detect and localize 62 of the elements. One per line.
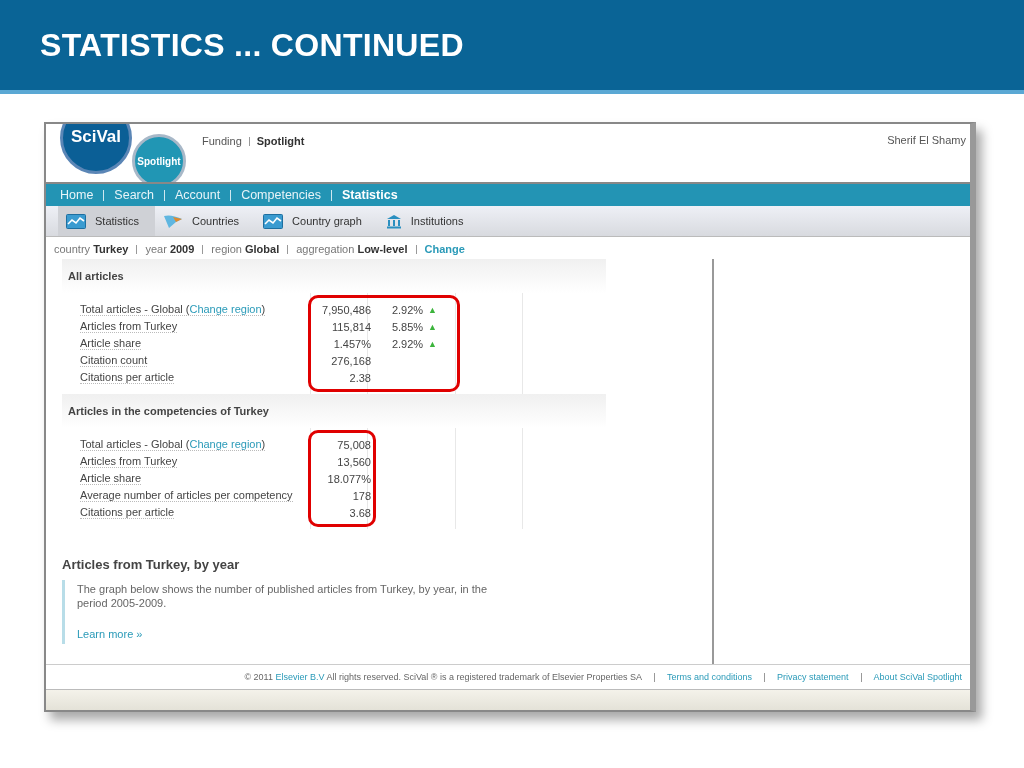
learn-more-link[interactable]: Learn more » [77, 628, 143, 640]
user-name: Sherif El Shamy [887, 133, 967, 148]
change-link[interactable]: Change [424, 243, 465, 255]
metric-label: Citations per article [80, 506, 175, 519]
graph-icon [66, 213, 86, 229]
flag-icon [163, 213, 183, 229]
metric-value: 3.68 [349, 506, 371, 519]
section-title: All articles [68, 270, 124, 282]
metric-value: 115,814 [332, 320, 371, 333]
slide-title: STATISTICS ... CONTINUED [40, 26, 464, 64]
metric-value: 75,008 [337, 438, 371, 451]
metric-label: Average number of articles per competency [80, 489, 293, 502]
change-value: 2.92% [391, 303, 424, 316]
metric-label: Articles from Turkey [80, 455, 178, 468]
description-text: The graph below shows the number of published articles from Turkey, by year, in the period 2005-2009. [77, 582, 489, 610]
metric-value: 276,168 [331, 354, 371, 367]
metric-value: 178 [352, 489, 371, 502]
metric-label: Total articles - Global (Change region) [80, 303, 266, 316]
section-title: Articles in the competencies of Turkey [68, 405, 269, 417]
metric-label: Articles from Turkey [80, 320, 178, 333]
footer-link[interactable]: About SciVal Spotlight [873, 672, 962, 682]
metric-value: 13,560 [337, 455, 371, 468]
product-link[interactable]: Funding [202, 135, 242, 147]
filter-text: region Global [211, 243, 280, 255]
change-value: 2.92% [391, 337, 424, 350]
logo-subtext: Spotlight [137, 155, 181, 167]
nav-link[interactable]: Search [114, 188, 154, 202]
change-region-link[interactable]: Change region [189, 438, 262, 450]
trend-icon: ▲ [428, 338, 437, 349]
sub-tab[interactable]: Countries [155, 206, 256, 236]
footer-link[interactable]: Terms and conditions [667, 672, 753, 682]
nav-link[interactable]: Competencies [241, 188, 322, 202]
sub-tab[interactable]: Statistics [58, 206, 155, 236]
change-region-link[interactable]: Change region [189, 303, 262, 315]
metric-value: 1.457% [333, 337, 371, 350]
sub-tab[interactable]: Institutions [377, 206, 480, 236]
footer-link[interactable]: Privacy statement [777, 672, 849, 682]
graph-icon [263, 213, 284, 229]
logo-text: SciVal [70, 127, 122, 148]
metric-label: Total articles - Global (Change region) [80, 438, 266, 451]
building-icon [385, 213, 402, 229]
metric-label: Citations per article [80, 371, 175, 384]
trend-icon: ▲ [428, 304, 437, 315]
trend-icon: ▲ [428, 321, 437, 332]
nav-link[interactable]: Account [174, 188, 221, 202]
metric-value: 7,950,486 [322, 303, 371, 316]
nav-link[interactable]: Home [60, 188, 94, 202]
change-value: 5.85% [391, 320, 424, 333]
filter-text: aggregation Low-level [296, 243, 408, 255]
filter-text: country Turkey [54, 243, 129, 255]
product-link[interactable]: Spotlight [256, 135, 305, 147]
company-link[interactable]: Elsevier B.V [275, 672, 325, 682]
metric-value: 2.38 [349, 371, 371, 384]
metric-label: Citation count [80, 354, 148, 367]
copyright-text: © 2011 Elsevier B.V All rights reserved. SciVal ® is a registered trademark of Elsevier Properties SA [244, 672, 643, 682]
nav-link[interactable]: Statistics [342, 188, 398, 202]
metric-label: Article share [80, 337, 142, 350]
metric-label: Article share [80, 472, 142, 485]
sub-tab[interactable]: Country graph [255, 206, 378, 236]
filter-text: year 2009 [145, 243, 195, 255]
section-title: Articles from Turkey, by year [62, 557, 241, 572]
metric-value: 18.077% [327, 472, 371, 485]
